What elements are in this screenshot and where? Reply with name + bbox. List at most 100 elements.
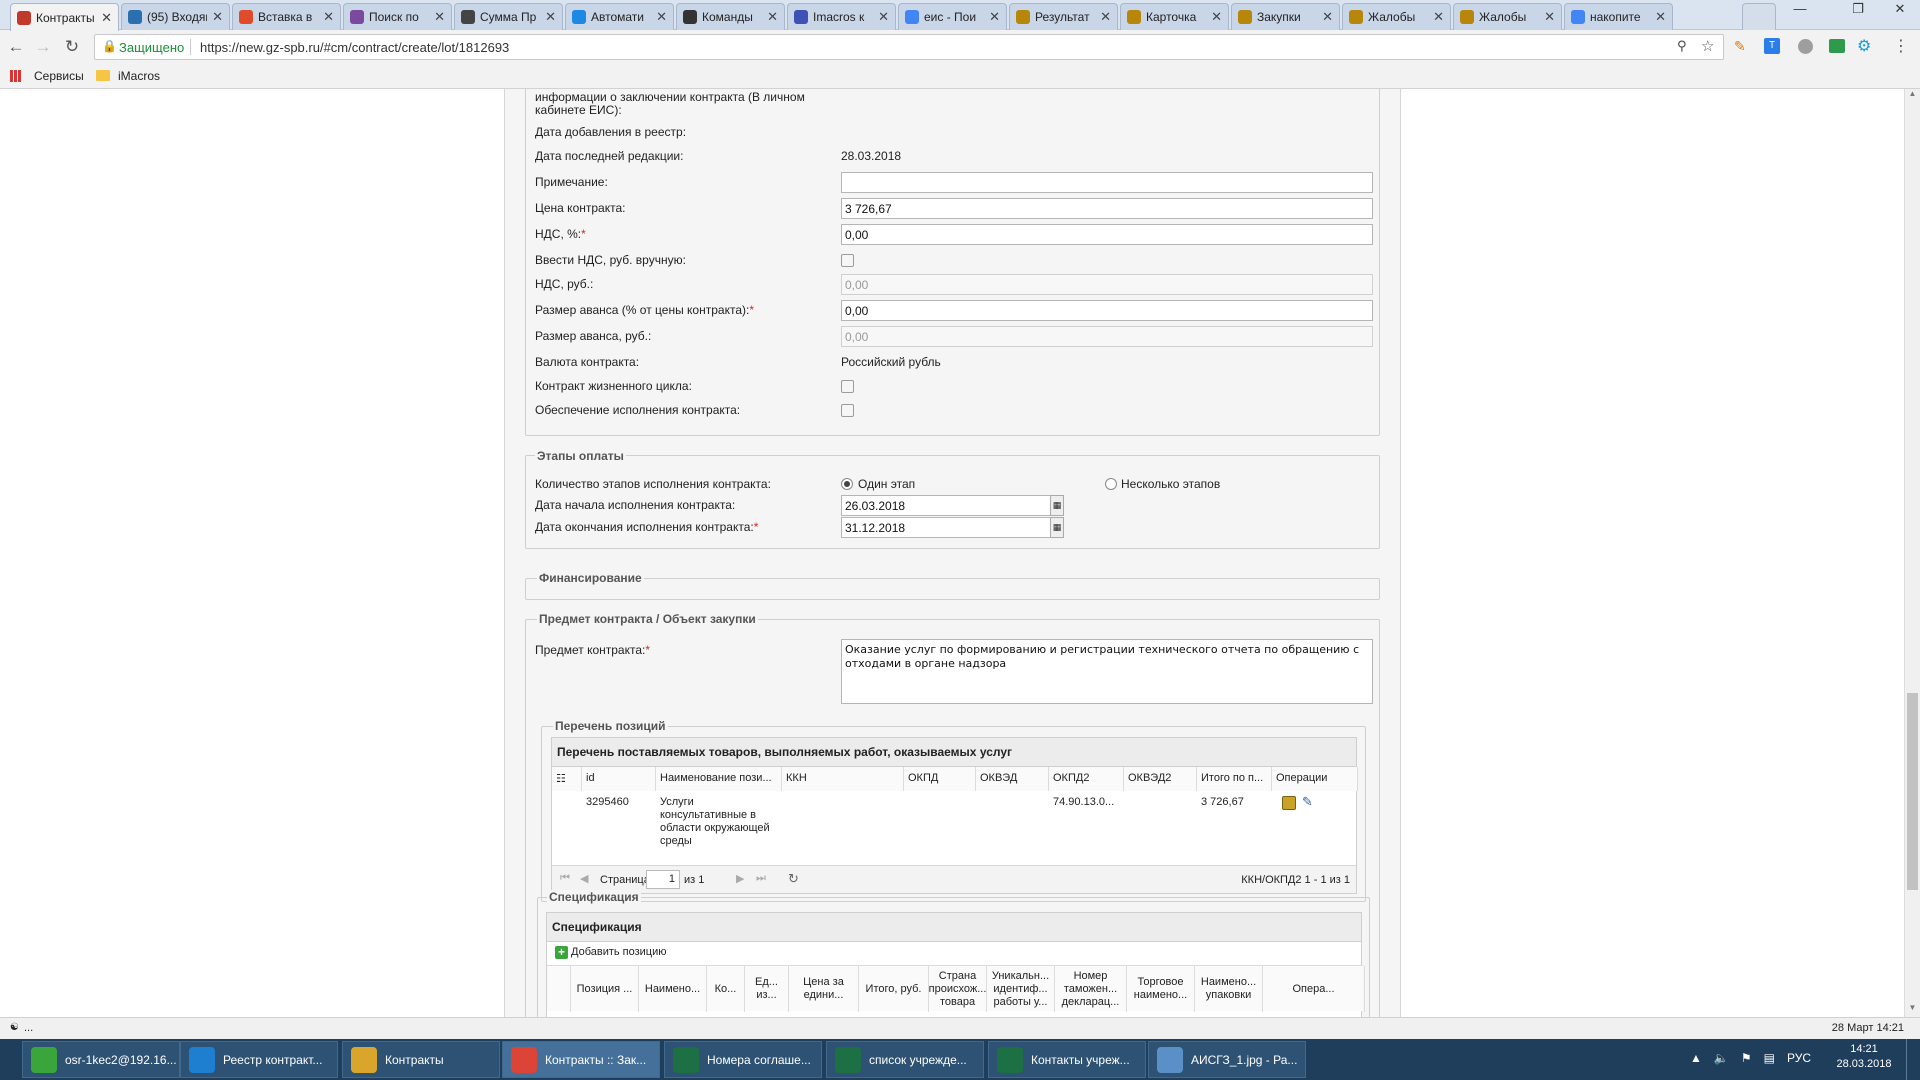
close-icon[interactable]: ✕ xyxy=(1655,9,1666,25)
close-icon[interactable]: ✕ xyxy=(1211,9,1222,25)
column-header[interactable]: Итого по п... xyxy=(1197,767,1272,791)
browser-tab[interactable]: Автомати ✕ xyxy=(565,3,674,30)
field-checkbox[interactable] xyxy=(841,380,854,393)
browser-tab[interactable]: Жалобы ✕ xyxy=(1342,3,1451,30)
column-header[interactable]: ОКПД xyxy=(904,767,976,791)
clock[interactable]: 14:21 28.03.2018 xyxy=(1834,1042,1894,1072)
maximize-button[interactable]: ❐ xyxy=(1838,0,1878,20)
page-scrollbar[interactable]: ▲ ▼ xyxy=(1904,89,1920,1017)
column-header[interactable]: Ед... из... xyxy=(745,966,789,1012)
browser-tab[interactable]: Сумма Пр ✕ xyxy=(454,3,563,30)
reload-button[interactable]: ↻ xyxy=(61,37,83,57)
scrollbar-thumb[interactable] xyxy=(1907,693,1918,890)
taskbar-item[interactable]: Контракты xyxy=(342,1041,500,1078)
close-icon[interactable]: ✕ xyxy=(1544,9,1555,25)
minimize-button[interactable]: — xyxy=(1780,0,1820,20)
close-icon[interactable]: ✕ xyxy=(212,9,223,25)
taskbar-item[interactable]: Реестр контракт... xyxy=(180,1041,338,1078)
filter-icon[interactable]: ☷ xyxy=(552,767,582,791)
bookmark-services[interactable]: Сервисы xyxy=(34,69,84,83)
close-icon[interactable]: ✕ xyxy=(434,9,445,25)
end-date-calendar-icon[interactable]: ▦ xyxy=(1050,517,1064,538)
taskbar-item[interactable]: Контакты учреж... xyxy=(988,1041,1146,1078)
close-icon[interactable]: ✕ xyxy=(1433,9,1444,25)
close-icon[interactable]: ✕ xyxy=(767,9,778,25)
subject-textarea[interactable]: Оказание услуг по формированию и регистр… xyxy=(841,639,1373,704)
taskbar-item[interactable]: Номера соглаше... xyxy=(664,1041,822,1078)
position-card-icon[interactable] xyxy=(1282,796,1296,810)
network-icon[interactable]: ▤ xyxy=(1764,1051,1775,1065)
new-tab-button[interactable] xyxy=(1742,3,1776,30)
browser-tab[interactable]: накопите ✕ xyxy=(1564,3,1673,30)
next-page-icon[interactable]: ▶ xyxy=(736,872,744,885)
close-icon[interactable]: ✕ xyxy=(101,10,112,26)
column-header[interactable]: Наимено... xyxy=(639,966,707,1012)
extension-gear-icon[interactable]: ⚙ xyxy=(1857,36,1871,56)
browser-tab[interactable]: Вставка в ✕ xyxy=(232,3,341,30)
translate-extension-icon[interactable]: T xyxy=(1764,38,1780,54)
prev-page-icon[interactable]: ◀ xyxy=(580,872,588,885)
column-header[interactable]: Номер таможен... декларац... xyxy=(1055,966,1127,1012)
scrollbar-up-arrow[interactable]: ▲ xyxy=(1905,89,1920,103)
close-icon[interactable]: ✕ xyxy=(656,9,667,25)
browser-tab[interactable]: (95) Входящие ✕ xyxy=(121,3,230,30)
scrollbar-down-arrow[interactable]: ▼ xyxy=(1905,1003,1920,1017)
browser-tab[interactable]: Контракты ✕ xyxy=(10,3,119,31)
browser-tab[interactable]: Результат ✕ xyxy=(1009,3,1118,30)
close-icon[interactable]: ✕ xyxy=(989,9,1000,25)
column-header[interactable]: Наименование пози... xyxy=(656,767,782,791)
taskbar-item[interactable]: osr-1kec2@192.16... xyxy=(22,1041,180,1078)
column-header[interactable]: id xyxy=(582,767,656,791)
add-position-button[interactable]: + Добавить позицию xyxy=(555,943,667,961)
column-header[interactable]: ОКВЭД xyxy=(976,767,1049,791)
radio-many-stages-label[interactable]: Несколько этапов xyxy=(1121,477,1220,491)
radio-one-stage[interactable] xyxy=(841,478,853,490)
column-header[interactable]: Опера... xyxy=(1263,966,1365,1012)
table-row[interactable]: 3295460 Услуги консультативные в области … xyxy=(552,792,1358,854)
close-icon[interactable]: ✕ xyxy=(878,9,889,25)
column-header[interactable]: Торговое наимено... xyxy=(1127,966,1195,1012)
column-header[interactable]: Позиция ... xyxy=(571,966,639,1012)
column-header[interactable]: ККН xyxy=(782,767,904,791)
language-indicator[interactable]: РУС xyxy=(1787,1051,1811,1065)
browser-tab[interactable]: Карточка ✕ xyxy=(1120,3,1229,30)
column-header[interactable]: Уникальн... идентиф... работы у... xyxy=(987,966,1055,1012)
flag-icon[interactable]: ⚑ xyxy=(1741,1051,1752,1065)
taskbar-item[interactable]: список учрежде... xyxy=(826,1041,984,1078)
radio-many-stages[interactable] xyxy=(1105,478,1117,490)
address-bar[interactable]: 🔒 Защищено https://new.gz-spb.ru/#cm/con… xyxy=(94,34,1724,60)
close-icon[interactable]: ✕ xyxy=(545,9,556,25)
end-date-field[interactable]: 31.12.2018 xyxy=(841,517,1061,538)
browser-tab[interactable]: Imacros к ✕ xyxy=(787,3,896,30)
field-input[interactable]: 0,00 xyxy=(841,224,1373,245)
browser-tab[interactable]: Команды ✕ xyxy=(676,3,785,30)
browser-tab[interactable]: еис - Пои ✕ xyxy=(898,3,1007,30)
browser-tab[interactable]: Жалобы ✕ xyxy=(1453,3,1562,30)
start-date-field[interactable]: 26.03.2018 xyxy=(841,495,1061,516)
apps-grid-icon[interactable] xyxy=(10,70,22,82)
radio-one-stage-label[interactable]: Один этап xyxy=(858,477,915,491)
column-header[interactable]: Наимено... упаковки xyxy=(1195,966,1263,1012)
column-header[interactable]: Страна происхож... товара xyxy=(929,966,987,1012)
speaker-icon[interactable]: 🔈 xyxy=(1714,1051,1729,1065)
field-checkbox[interactable] xyxy=(841,254,854,267)
close-icon[interactable]: ✕ xyxy=(1100,9,1111,25)
close-window-button[interactable]: ✕ xyxy=(1880,0,1920,20)
key-icon[interactable]: ⚲ xyxy=(1677,38,1687,54)
refresh-icon[interactable]: ↻ xyxy=(788,871,799,887)
close-icon[interactable]: ✕ xyxy=(323,9,334,25)
menu-icon[interactable]: ⋮ xyxy=(1893,36,1909,56)
column-header[interactable]: Ко... xyxy=(707,966,745,1012)
taskbar-item[interactable]: Контракты :: Зак... xyxy=(502,1041,660,1078)
edit-icon[interactable]: ✎ xyxy=(1302,794,1313,810)
browser-tab[interactable]: Поиск по ✕ xyxy=(343,3,452,30)
page-input[interactable]: 1 xyxy=(646,870,680,889)
browser-tab[interactable]: Закупки ✕ xyxy=(1231,3,1340,30)
column-header[interactable]: ОКВЭД2 xyxy=(1124,767,1197,791)
column-header[interactable]: Итого, руб. xyxy=(859,966,929,1012)
forward-button[interactable]: → xyxy=(32,37,54,57)
show-desktop-button[interactable] xyxy=(1906,1039,1920,1080)
taskbar-item[interactable]: АИСГЗ_1.jpg - Ра... xyxy=(1148,1041,1306,1078)
bookmark-imacros[interactable]: iMacros xyxy=(118,69,160,83)
extension-gray-icon[interactable] xyxy=(1798,39,1813,54)
